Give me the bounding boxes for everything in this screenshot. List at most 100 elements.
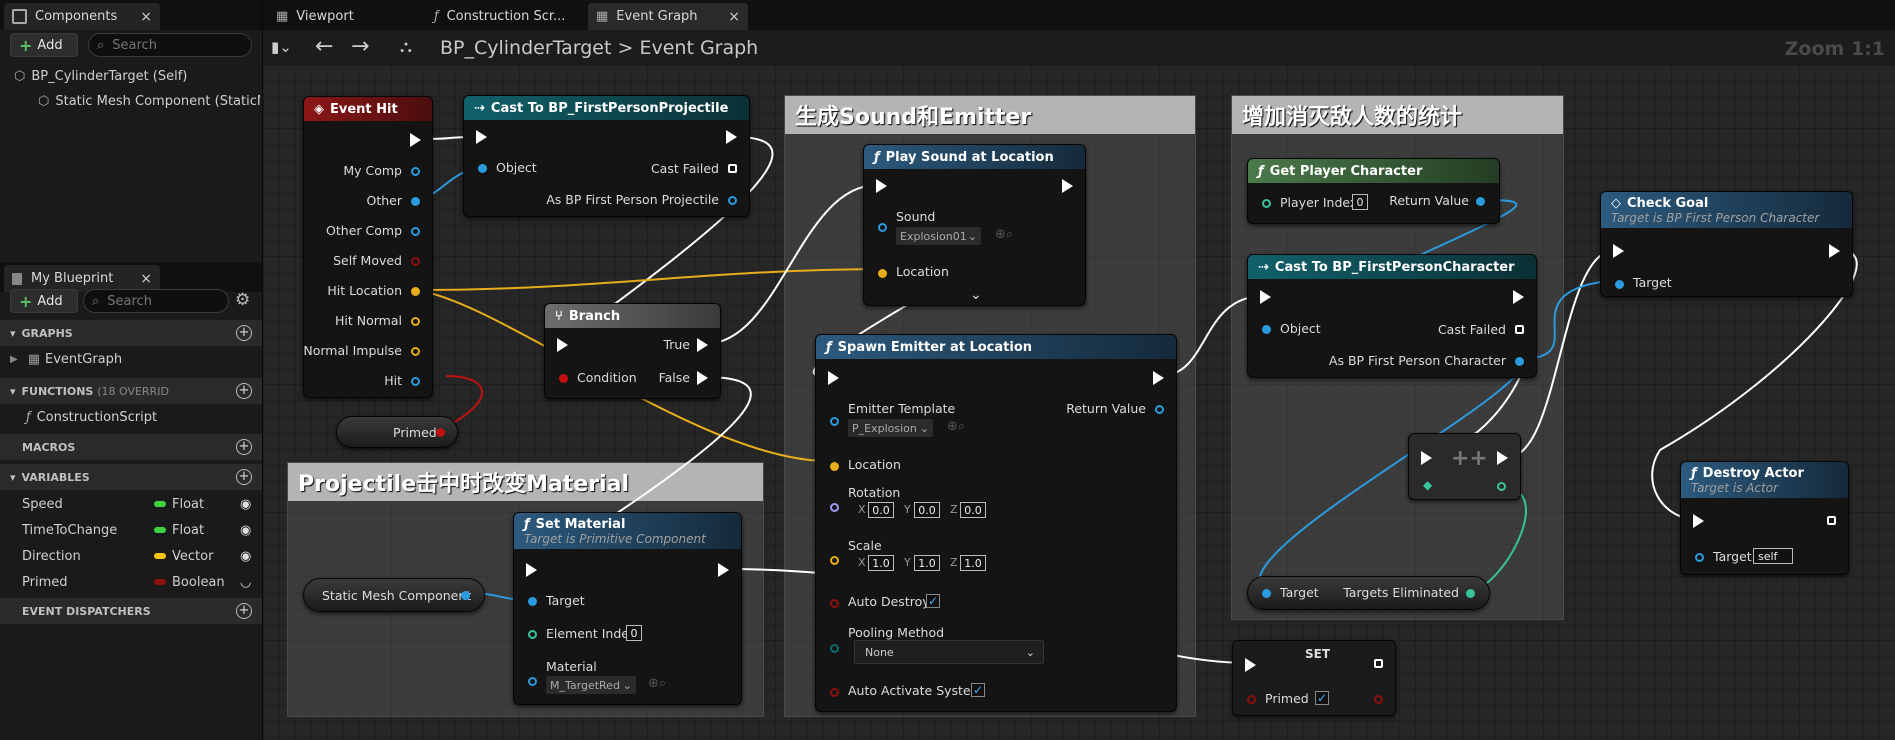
exec-in-pin[interactable] [1245, 658, 1256, 672]
exec-fail-pin[interactable] [1515, 325, 1524, 334]
breadcrumb-graph[interactable]: Event Graph [639, 37, 758, 59]
exec-out-pin[interactable] [1497, 451, 1508, 465]
vector-pin[interactable] [830, 462, 839, 471]
node-set-material[interactable]: ƒ Set Material Target is Primitive Compon… [513, 512, 742, 705]
object-pin[interactable] [411, 227, 420, 236]
object-pin[interactable] [461, 591, 470, 600]
components-add-button[interactable]: + Add [10, 33, 78, 57]
object-pin[interactable] [1476, 197, 1485, 206]
gear-icon[interactable]: ⚙ [235, 290, 250, 310]
components-search-input[interactable] [110, 36, 235, 54]
exec-out-pin[interactable] [1062, 179, 1073, 193]
node-header[interactable]: ƒ Play Sound at Location [864, 145, 1085, 169]
int-pin[interactable] [1497, 482, 1506, 491]
player-index-input[interactable]: 0 [1352, 194, 1368, 210]
node-destroy-actor[interactable]: ƒ Destroy Actor Target is Actor Target se… [1680, 461, 1849, 575]
int-in-pin[interactable]: ◆ [1423, 478, 1432, 492]
vector-pin[interactable] [411, 287, 420, 296]
emitter-template-dropdown[interactable]: P_Explosion ⌄ [848, 419, 933, 437]
element-index-input[interactable]: 0 [626, 625, 642, 641]
expand-chevron-icon[interactable]: ⌄ [970, 287, 982, 303]
scale-x-input[interactable]: 1.0 [868, 555, 894, 571]
node-header[interactable]: ƒ Spawn Emitter at Location [816, 335, 1176, 359]
node-header[interactable]: ⑂ Branch [545, 304, 720, 328]
add-graph-icon[interactable]: + [236, 325, 252, 341]
variable-row-primed[interactable]: Primed Boolean ◡ [0, 569, 262, 595]
variable-row-direction[interactable]: Direction Vector ◉ [0, 543, 262, 569]
int-pin[interactable] [1262, 199, 1271, 208]
material-dropdown[interactable]: M_TargetRed ⌄ [546, 676, 636, 694]
exec-false-pin[interactable] [697, 371, 708, 385]
section-graphs[interactable]: ▾ GRAPHS + [0, 320, 262, 346]
node-check-goal[interactable]: ◇ Check Goal Target is BP First Person Ch… [1600, 191, 1853, 297]
bool-pin[interactable] [1247, 695, 1256, 704]
exec-in-pin[interactable] [876, 179, 887, 193]
eye-icon[interactable]: ◉ [240, 549, 251, 564]
exec-in-pin[interactable] [476, 130, 487, 144]
object-pin[interactable] [528, 677, 537, 686]
exec-out-pin[interactable] [1827, 516, 1836, 525]
object-pin[interactable] [411, 197, 420, 206]
hierarchy-icon[interactable]: ⛬ [400, 37, 412, 57]
browse-icon[interactable]: ⊕⌕ [947, 419, 965, 434]
bookmark-icon[interactable]: ▮⌄ [271, 38, 292, 56]
close-icon[interactable]: × [140, 9, 152, 25]
node-event-hit[interactable]: ◈ Event Hit My Comp Other Other Comp Self… [303, 96, 433, 398]
eye-closed-icon[interactable]: ◡ [240, 575, 251, 590]
object-pin[interactable] [728, 196, 737, 205]
exec-in-pin[interactable] [1421, 451, 1432, 465]
object-pin[interactable] [1155, 405, 1164, 414]
exec-out-pin[interactable] [1513, 290, 1524, 304]
node-spawn-emitter[interactable]: ƒ Spawn Emitter at Location Emitter Templ… [815, 334, 1177, 712]
node-set-primed[interactable]: SET Primed ✓ [1232, 640, 1396, 716]
bool-pin[interactable] [411, 257, 420, 266]
add-variable-icon[interactable]: + [236, 469, 252, 485]
exec-true-pin[interactable] [697, 338, 708, 352]
exec-in-pin[interactable] [557, 338, 568, 352]
tab-my-blueprint[interactable]: My Blueprint × [4, 265, 160, 292]
my-blueprint-add-button[interactable]: + Add [10, 289, 78, 313]
rotation-y-input[interactable]: 0.0 [914, 502, 940, 518]
eye-icon[interactable]: ◉ [240, 523, 251, 538]
section-macros[interactable]: MACROS + [0, 434, 262, 460]
enum-pin[interactable] [830, 644, 839, 653]
bool-pin[interactable] [559, 374, 568, 383]
scale-z-input[interactable]: 1.0 [960, 555, 986, 571]
section-variables[interactable]: ▾ VARIABLES + [0, 464, 262, 490]
object-pin[interactable] [1515, 357, 1524, 366]
node-header[interactable]: ◇ Check Goal Target is BP First Person Ch… [1601, 192, 1852, 228]
object-pin[interactable] [830, 417, 839, 426]
pooling-method-dropdown[interactable]: None ⌄ [854, 640, 1044, 664]
object-pin[interactable] [1262, 325, 1271, 334]
node-cast-character[interactable]: ⇢ Cast To BP_FirstPersonCharacter Object … [1247, 254, 1537, 378]
primed-checkbox[interactable]: ✓ [1315, 691, 1329, 705]
function-item-constructionscript[interactable]: ƒ ConstructionScript [26, 410, 157, 425]
bool-out-pin[interactable] [1374, 695, 1383, 704]
vector-pin[interactable] [411, 347, 420, 356]
rotation-x-input[interactable]: 0.0 [868, 502, 894, 518]
my-blueprint-search-input[interactable] [105, 292, 210, 310]
exec-in-pin[interactable] [828, 371, 839, 385]
object-pin[interactable] [1262, 589, 1271, 598]
vector-pin[interactable] [411, 317, 420, 326]
rotation-z-input[interactable]: 0.0 [960, 502, 986, 518]
node-play-sound[interactable]: ƒ Play Sound at Location Sound Explosion0… [863, 144, 1086, 306]
section-event-dispatchers[interactable]: EVENT DISPATCHERS + [0, 598, 262, 624]
tab-viewport[interactable]: ▦ Viewport [268, 3, 426, 30]
exec-out-pin[interactable] [1153, 371, 1164, 385]
target-self-input[interactable]: self [1753, 548, 1793, 564]
variable-row-speed[interactable]: Speed Float ◉ [0, 491, 262, 517]
int-pin[interactable] [1466, 589, 1475, 598]
exec-out-pin[interactable] [718, 563, 729, 577]
components-search[interactable]: ⌕ [88, 33, 252, 57]
tree-item-static-mesh[interactable]: ⬡ Static Mesh Component (StaticMe [38, 94, 260, 109]
tab-components[interactable]: Components × [4, 3, 160, 30]
exec-out-pin[interactable] [1374, 659, 1383, 668]
variable-row-timetochange[interactable]: TimeToChange Float ◉ [0, 517, 262, 543]
int-pin[interactable] [528, 630, 537, 639]
forward-arrow-icon[interactable]: → [351, 34, 369, 59]
exec-in-pin[interactable] [1613, 244, 1624, 258]
bool-pin[interactable] [436, 428, 445, 437]
browse-icon[interactable]: ⊕⌕ [995, 227, 1013, 242]
vector-pin[interactable] [878, 269, 887, 278]
